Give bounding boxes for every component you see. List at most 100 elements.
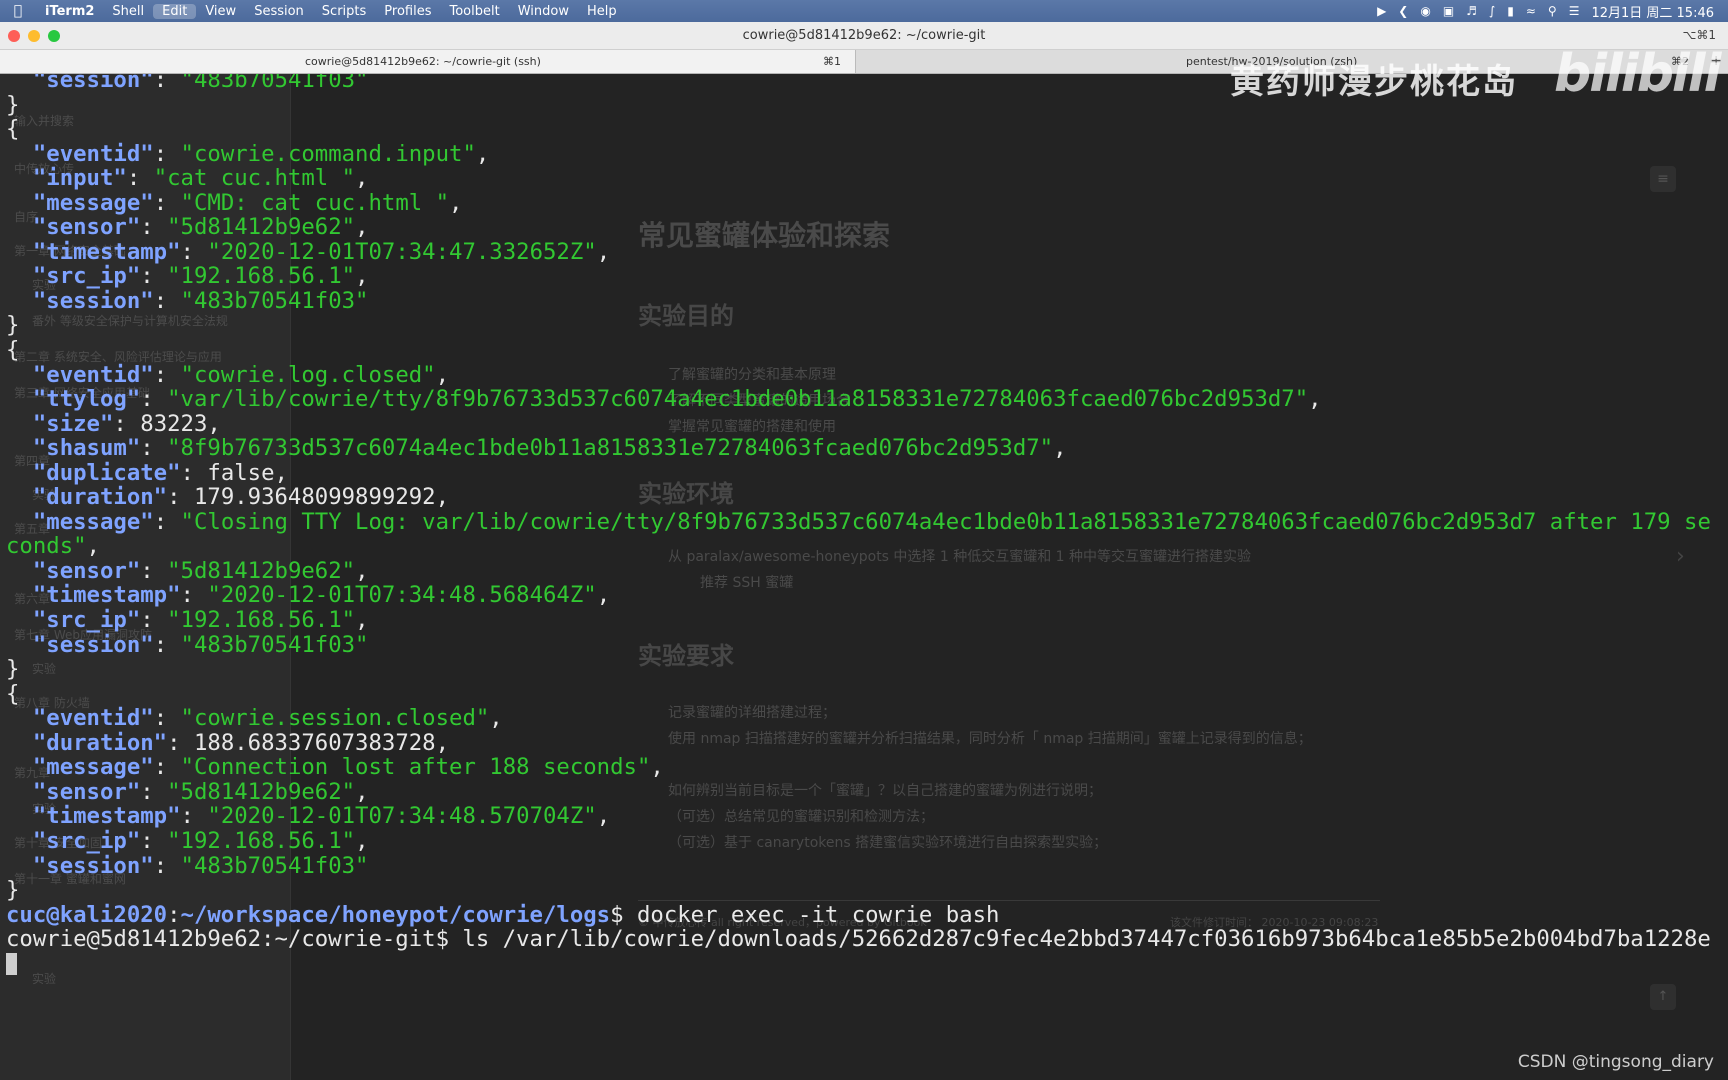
- terminal-view[interactable]: 输入并搜索 中传放心传 自序 第一章 网络安全基础 实验 番外 等级安全保护与计…: [0, 74, 1728, 1080]
- json-value: "Connection lost after 188 seconds": [180, 754, 651, 781]
- json-value: "192.168.56.1": [167, 263, 356, 290]
- obs-icon[interactable]: ◉: [1420, 4, 1430, 18]
- window-shortcut: ⌥⌘1: [1682, 28, 1716, 42]
- menu-edit[interactable]: Edit: [153, 3, 197, 19]
- json-value: "483b70541f03": [180, 287, 369, 314]
- json-key: "src_ip": [32, 263, 141, 290]
- json-key: "timestamp": [32, 238, 181, 265]
- bluetooth-icon[interactable]: ∫: [1489, 4, 1495, 18]
- json-key: "message": [32, 508, 154, 535]
- video-watermark: 黄药师漫步桃花岛: [1230, 62, 1518, 102]
- json-key: "duplicate": [32, 459, 181, 486]
- ghost-back-to-top-icon: ↑: [1650, 984, 1676, 1010]
- battery-icon[interactable]: ▮: [1507, 4, 1514, 18]
- json-value: "2020-12-01T07:34:47.332652Z": [207, 238, 597, 265]
- json-value: "cat cuc.html ": [153, 165, 356, 192]
- json-value: "CMD: cat cuc.html ": [180, 189, 450, 216]
- prompt-user: cuc@kali2020: [6, 901, 168, 928]
- search-icon[interactable]: ⚲: [1548, 4, 1557, 18]
- json-value: "cowrie.session.closed": [180, 705, 490, 732]
- json-value: "192.168.56.1": [167, 607, 356, 634]
- menu-scripts[interactable]: Scripts: [313, 4, 375, 19]
- volume-icon[interactable]: ♬: [1466, 4, 1477, 18]
- json-value: "483b70541f03": [180, 852, 369, 879]
- json-open-brace: {: [6, 116, 20, 143]
- json-close-brace: }: [6, 312, 20, 339]
- json-close-brace: }: [6, 91, 20, 118]
- json-key: "eventid": [32, 361, 154, 388]
- wifi-off-icon[interactable]: ≈: [1526, 4, 1536, 18]
- apple-icon[interactable]: : [0, 3, 36, 19]
- json-value: "var/lib/cowrie/tty/8f9b76733d537c6074a4…: [167, 386, 1309, 413]
- json-key: "session": [32, 852, 154, 879]
- json-value: 188.68337607383728: [193, 729, 436, 756]
- json-value: "5d81412b9e62": [167, 214, 356, 241]
- json-value: "cowrie.log.closed": [180, 361, 436, 388]
- menu-window[interactable]: Window: [509, 4, 578, 19]
- json-key: "ttylog": [32, 386, 141, 413]
- json-value: "5d81412b9e62": [167, 778, 356, 805]
- menu-clock[interactable]: 12月1日 周二 15:46: [1591, 2, 1714, 21]
- menu-help[interactable]: Help: [578, 4, 626, 19]
- json-key: "input": [32, 165, 127, 192]
- tab-shortcut: ⌘1: [823, 55, 841, 68]
- json-key: "sensor": [32, 557, 141, 584]
- terminal-output[interactable]: "session": "483b70541f03" } { "eventid":…: [6, 74, 1722, 976]
- menu-toolbelt[interactable]: Toolbelt: [440, 4, 508, 19]
- json-value: "2020-12-01T07:34:48.568464Z": [207, 582, 597, 609]
- json-value: 83223: [140, 410, 208, 437]
- terminal-cursor: [6, 952, 17, 975]
- json-value: "2020-12-01T07:34:48.570704Z": [207, 803, 597, 830]
- json-open-brace: {: [6, 337, 20, 364]
- json-value: "cowrie.command.input": [180, 140, 476, 167]
- prompt-path: ~/workspace/honeypot/cowrie/logs: [180, 901, 611, 928]
- json-value: 179.93648099899292: [193, 484, 436, 511]
- json-key: "session": [32, 631, 154, 658]
- menu-profiles[interactable]: Profiles: [375, 4, 440, 19]
- json-key: "sensor": [32, 778, 141, 805]
- json-value: false: [207, 459, 275, 486]
- json-key: "duration": [32, 729, 168, 756]
- json-key: "src_ip": [32, 607, 141, 634]
- menu-app-name[interactable]: iTerm2: [36, 4, 103, 19]
- json-key: "session": [32, 287, 154, 314]
- json-key: "size": [32, 410, 114, 437]
- json-key: "message": [32, 754, 154, 781]
- json-key: "timestamp": [32, 803, 181, 830]
- json-key: "sensor": [32, 214, 141, 241]
- status-area: ▶ ❮ ◉ ▣ ♬ ∫ ▮ ≈ ⚲ ☰ 12月1日 周二 15:46: [1377, 2, 1728, 21]
- json-key: "message": [32, 189, 154, 216]
- csdn-credit: CSDN @tingsong_diary: [1517, 1052, 1714, 1072]
- json-key: "duration": [32, 484, 168, 511]
- json-key: "eventid": [32, 705, 154, 732]
- chevron-left-icon[interactable]: ❮: [1398, 4, 1408, 18]
- bilibili-logo: bilibili: [1554, 44, 1721, 104]
- control-center-icon[interactable]: ☰: [1569, 4, 1580, 18]
- s-app-icon[interactable]: ▣: [1443, 4, 1454, 18]
- json-value: "483b70541f03": [180, 74, 369, 93]
- window-titlebar: cowrie@5d81412b9e62: ~/cowrie-git ⌥⌘1: [0, 22, 1728, 50]
- menu-view[interactable]: View: [196, 4, 245, 19]
- json-open-brace: {: [6, 680, 20, 707]
- json-key: "shasum": [32, 435, 141, 462]
- json-value: "192.168.56.1": [167, 827, 356, 854]
- json-value: "8f9b76733d537c6074a4ec1bde0b11a8158331e…: [167, 435, 1054, 462]
- tab-label: cowrie@5d81412b9e62: ~/cowrie-git (ssh): [305, 55, 541, 68]
- json-value: "5d81412b9e62": [167, 557, 356, 584]
- menu-shell[interactable]: Shell: [103, 4, 153, 19]
- menu-session[interactable]: Session: [245, 4, 313, 19]
- json-key: "timestamp": [32, 582, 181, 609]
- json-value: "Closing TTY Log: var/lib/cowrie/tty/8f9…: [6, 508, 1711, 560]
- json-key: "src_ip": [32, 827, 141, 854]
- tab-ssh-session[interactable]: cowrie@5d81412b9e62: ~/cowrie-git (ssh) …: [0, 50, 856, 73]
- container-prompt-line: cowrie@5d81412b9e62:~/cowrie-git$ ls /va…: [6, 926, 1711, 953]
- prompt-command: docker exec -it cowrie bash: [636, 901, 1000, 928]
- json-key: "session": [32, 74, 154, 93]
- window-title: cowrie@5d81412b9e62: ~/cowrie-git: [742, 28, 986, 43]
- json-close-brace: }: [6, 656, 20, 683]
- json-close-brace: }: [6, 877, 20, 904]
- json-key: "eventid": [32, 140, 154, 167]
- menu-bar:  iTerm2 Shell Edit View Session Scripts…: [0, 0, 1728, 22]
- play-circle-icon[interactable]: ▶: [1377, 4, 1386, 18]
- json-value: "483b70541f03": [180, 631, 369, 658]
